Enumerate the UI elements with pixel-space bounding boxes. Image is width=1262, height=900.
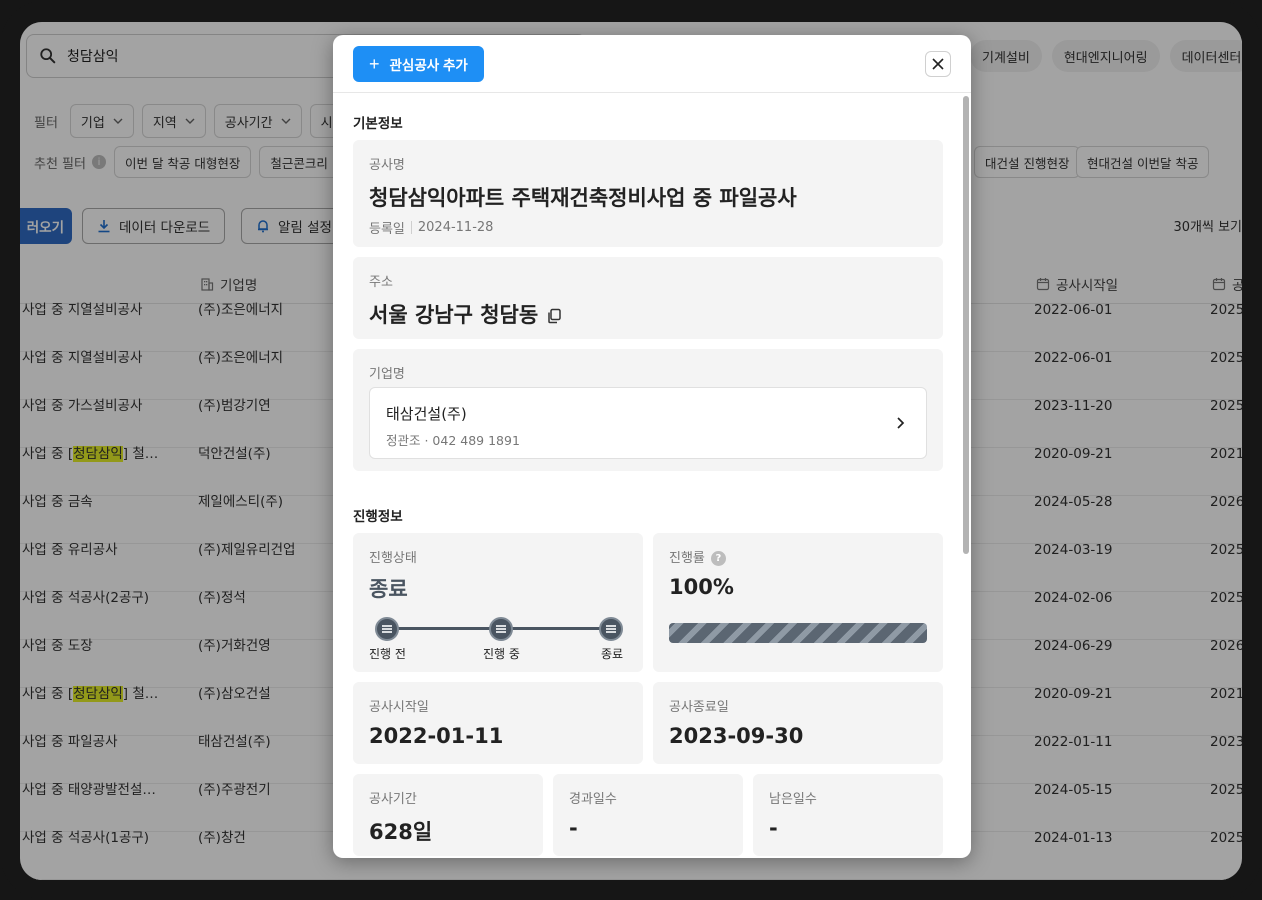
step-label-progress: 진행 중 [483, 647, 520, 661]
step-label-done: 종료 [601, 647, 624, 661]
app-screen: 청담삼익 기계설비 현대엔지니어링 데이터센터 필터 기업 지역 공사기간 시 … [20, 22, 1242, 880]
step-node-progress [489, 617, 513, 641]
project-name-card: 공사명 청담삼익아파트 주택재건축정비사업 중 파일공사 등록일 2024-11… [353, 140, 943, 247]
progress-bar [669, 623, 927, 643]
section-basic-title: 기본정보 [353, 116, 403, 132]
device-frame: 청담삼익 기계설비 현대엔지니어링 데이터센터 필터 기업 지역 공사기간 시 … [0, 0, 1262, 900]
registered-line: 등록일 2024-11-28 [369, 218, 493, 237]
menu-icon [382, 625, 392, 633]
menu-icon [606, 625, 616, 633]
step-node-before [375, 617, 399, 641]
close-icon [932, 58, 944, 70]
end-value: 2023-09-30 [669, 724, 804, 748]
period-card: 공사기간 628일 [353, 774, 543, 856]
chevron-right-icon [897, 417, 905, 429]
company-link[interactable]: 태삼건설(주) 정관조 · 042 489 1891 [369, 387, 927, 459]
section-progress-title: 진행정보 [353, 509, 403, 525]
company-name: 태삼건설(주) [386, 405, 467, 423]
address-value: 서울 강남구 청담동 [369, 303, 539, 327]
elapsed-caption: 경과일수 [569, 792, 617, 807]
start-value: 2022-01-11 [369, 724, 504, 748]
start-date-card: 공사시작일 2022-01-11 [353, 682, 643, 764]
status-caption: 진행상태 [369, 551, 417, 566]
progress-rate-card: 진행률? 100% [653, 533, 943, 672]
elapsed-card: 경과일수 - [553, 774, 743, 856]
add-watch-button[interactable]: + 관심공사 추가 [353, 46, 484, 82]
period-value: 628일 [369, 820, 433, 844]
step-label-before: 진행 전 [369, 647, 406, 661]
company-contact: 정관조 · 042 489 1891 [386, 433, 520, 448]
start-caption: 공사시작일 [369, 700, 429, 715]
end-date-card: 공사종료일 2023-09-30 [653, 682, 943, 764]
rate-caption-line: 진행률? [669, 547, 726, 566]
modal-header: + 관심공사 추가 [333, 35, 971, 93]
elapsed-value: - [569, 816, 578, 840]
scrollbar-thumb[interactable] [963, 96, 969, 554]
registered-date: 2024-11-28 [417, 220, 494, 235]
company-caption: 기업명 [369, 367, 405, 382]
company-card: 기업명 태삼건설(주) 정관조 · 042 489 1891 [353, 349, 943, 471]
menu-icon [496, 625, 506, 633]
rate-caption: 진행률 [669, 551, 705, 566]
project-detail-modal: + 관심공사 추가 기본정보 공사명 청담삼익아파트 주택재건축정비사업 중 파… [333, 35, 971, 858]
project-name-caption: 공사명 [369, 158, 405, 173]
rate-value: 100% [669, 575, 734, 599]
period-caption: 공사기간 [369, 792, 417, 807]
status-value: 종료 [369, 577, 408, 601]
divider [410, 221, 412, 234]
modal-body: 기본정보 공사명 청담삼익아파트 주택재건축정비사업 중 파일공사 등록일 20… [333, 94, 971, 858]
address-line: 서울 강남구 청담동 [369, 299, 562, 329]
end-caption: 공사종료일 [669, 700, 729, 715]
plus-icon: + [369, 54, 380, 74]
status-card: 진행상태 종료 진행 전 진행 중 종료 [353, 533, 643, 672]
remain-caption: 남은일수 [769, 792, 817, 807]
close-button[interactable] [925, 51, 951, 77]
copy-icon[interactable] [546, 308, 562, 324]
remain-card: 남은일수 - [753, 774, 943, 856]
add-watch-label: 관심공사 추가 [389, 58, 468, 73]
remain-value: - [769, 816, 778, 840]
address-caption: 주소 [369, 275, 393, 290]
project-name: 청담삼익아파트 주택재건축정비사업 중 파일공사 [369, 186, 797, 210]
progress-bar-fill [669, 623, 927, 643]
registered-label: 등록일 [369, 222, 405, 237]
address-card: 주소 서울 강남구 청담동 [353, 257, 943, 339]
help-icon[interactable]: ? [710, 551, 726, 566]
step-node-done [599, 617, 623, 641]
